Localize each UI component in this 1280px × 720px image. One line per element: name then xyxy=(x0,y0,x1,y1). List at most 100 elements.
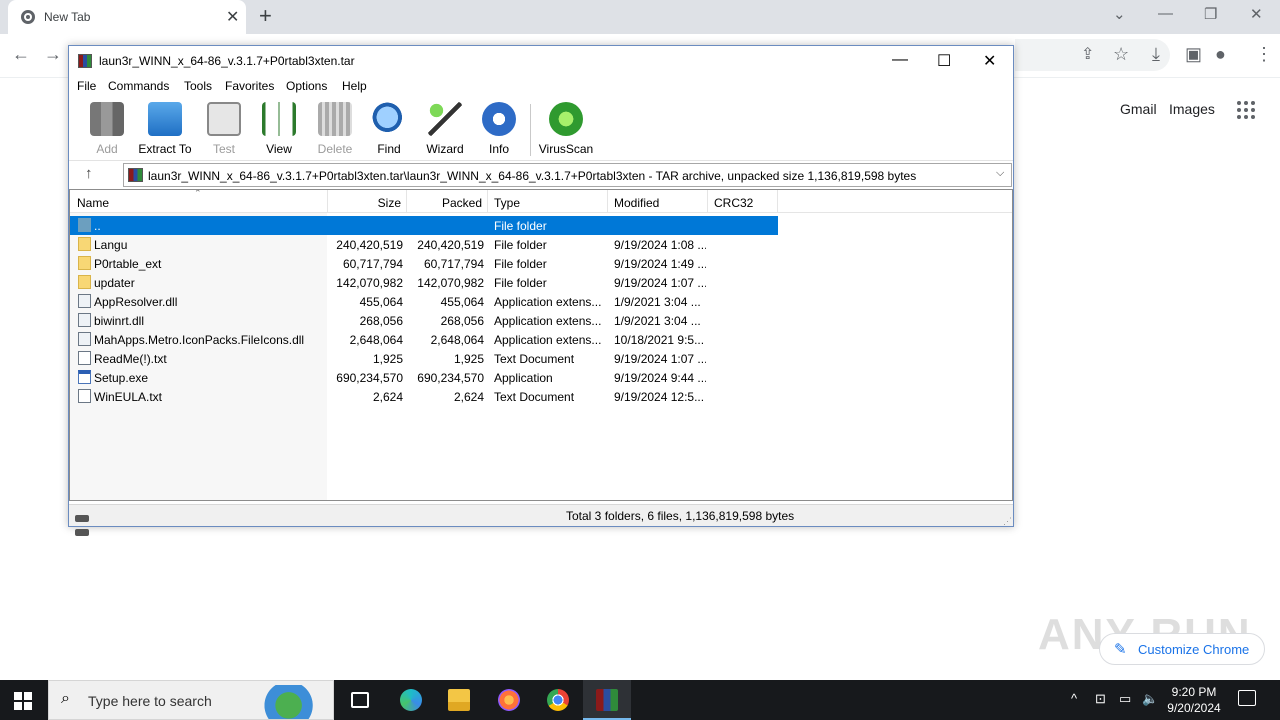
winrar-taskbar-button[interactable] xyxy=(583,680,631,720)
folder-icon xyxy=(448,689,470,711)
bookmark-star-icon[interactable]: ☆ xyxy=(1113,44,1129,65)
winrar-minimize-icon[interactable]: — xyxy=(892,51,908,69)
file-name: Setup.exe xyxy=(94,371,149,385)
file-row[interactable]: Setup.exe 690,234,570 690,234,570 Applicati… xyxy=(70,368,778,387)
folder-row[interactable]: .. File folder xyxy=(70,216,778,235)
file-row[interactable]: ReadMe(!).txt 1,925 1,925 Text Document 9/19… xyxy=(70,349,778,368)
file-row[interactable]: biwinrt.dll 268,056 268,056 Application ext… xyxy=(70,311,778,330)
tab-search-chevron-icon[interactable]: ⌄ xyxy=(1113,5,1126,23)
firefox-taskbar-button[interactable] xyxy=(485,680,533,720)
download-icon[interactable]: ⤓ xyxy=(1152,44,1160,65)
chrome-taskbar-button[interactable] xyxy=(534,680,582,720)
file-name: updater xyxy=(94,276,135,290)
wizard-button[interactable]: Wizard xyxy=(417,102,473,158)
chrome-menu-icon[interactable]: ⋮ xyxy=(1255,44,1273,65)
taskbar-search-box[interactable]: ⌕ Type here to search xyxy=(48,680,334,720)
magnifier-icon xyxy=(372,102,406,136)
menu-help[interactable]: Help xyxy=(342,79,367,93)
view-button[interactable]: View xyxy=(251,102,307,158)
file-row[interactable]: MahApps.Metro.IconPacks.FileIcons.dll 2,6… xyxy=(70,330,778,349)
winrar-toolbar: Add Extract To Test View Delete Find Wiz… xyxy=(69,98,1013,158)
resize-grip-icon[interactable]: ⋰ xyxy=(1003,516,1012,527)
file-type: Text Document xyxy=(494,390,575,404)
images-link[interactable]: Images xyxy=(1169,101,1215,117)
file-packed: 142,070,982 xyxy=(417,276,484,290)
winrar-close-icon[interactable]: ✕ xyxy=(983,51,996,71)
column-modified[interactable]: Modified xyxy=(608,190,708,213)
delete-button[interactable]: Delete xyxy=(307,102,363,158)
tab-title: New Tab xyxy=(44,10,91,24)
chevron-down-icon[interactable]: ⌵ xyxy=(996,167,1004,180)
file-type: Application extens... xyxy=(494,295,602,309)
file-name: AppResolver.dll xyxy=(94,295,178,309)
file-modified: 1/9/2021 3:04 ... xyxy=(614,314,701,328)
network-status-icon[interactable]: ⊡ xyxy=(1095,691,1106,707)
system-clock[interactable]: 9:20 PM 9/20/2024 xyxy=(1158,684,1230,716)
show-hidden-icons-chevron-icon[interactable]: ^ xyxy=(1071,691,1077,706)
file-packed: 60,717,794 xyxy=(423,257,484,271)
info-button[interactable]: Info xyxy=(471,102,527,158)
customize-chrome-button[interactable]: ✎ Customize Chrome xyxy=(1099,633,1265,665)
folder-row[interactable]: updater 142,070,982 142,070,982 File folder… xyxy=(70,273,778,292)
folder-row[interactable]: Langu 240,420,519 240,420,519 File folder 9/… xyxy=(70,235,778,254)
file-name: ReadMe(!).txt xyxy=(94,352,167,366)
dll-file-icon xyxy=(78,313,91,327)
wizard-label: Wizard xyxy=(426,142,464,156)
forward-arrow-icon[interactable]: → xyxy=(44,44,62,65)
chrome-icon xyxy=(547,689,569,711)
file-packed: 240,420,519 xyxy=(417,238,484,252)
trash-icon xyxy=(318,102,352,136)
volume-icon[interactable]: 🔈 xyxy=(1142,691,1158,707)
menu-favorites[interactable]: Favorites xyxy=(225,79,274,93)
file-explorer-taskbar-button[interactable] xyxy=(435,680,483,720)
windows-start-icon[interactable] xyxy=(14,692,32,710)
notification-center-icon[interactable] xyxy=(1238,690,1256,706)
file-row[interactable]: WinEULA.txt 2,624 2,624 Text Document 9/19/2… xyxy=(70,387,778,406)
add-button[interactable]: Add xyxy=(79,102,135,158)
new-tab-plus-icon[interactable]: + xyxy=(259,3,272,29)
edge-taskbar-button[interactable] xyxy=(387,680,435,720)
file-row[interactable]: AppResolver.dll 455,064 455,064 Application… xyxy=(70,292,778,311)
google-apps-icon[interactable] xyxy=(1237,101,1255,119)
file-name: .. xyxy=(94,219,101,233)
file-modified: 9/19/2024 9:44 ... xyxy=(614,371,706,385)
winrar-title-bar[interactable]: laun3r_WINN_x_64-86_v.3.1.7+P0rtabl3xten… xyxy=(69,46,1013,76)
path-bar: ↑ laun3r_WINN_x_64-86_v.3.1.7+P0rtabl3xt… xyxy=(69,160,1013,188)
menu-commands[interactable]: Commands xyxy=(108,79,169,93)
file-size: 690,234,570 xyxy=(336,371,403,385)
task-view-button[interactable] xyxy=(336,680,384,720)
clock-time: 9:20 PM xyxy=(1171,685,1217,699)
file-size: 2,648,064 xyxy=(349,333,403,347)
ethernet-icon[interactable]: ▭ xyxy=(1119,691,1131,707)
virusscan-button[interactable]: VirusScan xyxy=(538,102,594,158)
extract-to-label: Extract To xyxy=(138,142,192,156)
profile-avatar-icon[interactable]: ● xyxy=(1215,44,1226,65)
path-combobox[interactable]: laun3r_WINN_x_64-86_v.3.1.7+P0rtabl3xten… xyxy=(123,163,1012,187)
winrar-maximize-icon[interactable]: ☐ xyxy=(937,51,951,71)
find-button[interactable]: Find xyxy=(361,102,417,158)
file-modified: 9/19/2024 1:08 ... xyxy=(614,238,706,252)
column-size[interactable]: Size xyxy=(328,190,407,213)
folder-row[interactable]: P0rtable_ext 60,717,794 60,717,794 File fol… xyxy=(70,254,778,273)
column-type[interactable]: Type xyxy=(488,190,608,213)
back-arrow-icon[interactable]: ← xyxy=(12,44,30,65)
up-folder-icon[interactable]: ↑ xyxy=(85,165,93,182)
close-window-icon[interactable]: ✕ xyxy=(1250,5,1263,23)
menu-options[interactable]: Options xyxy=(286,79,327,93)
parent-folder-icon xyxy=(78,218,91,232)
tab-new-tab[interactable]: New Tab ✕ xyxy=(8,0,246,34)
column-crc32[interactable]: CRC32 xyxy=(708,190,778,213)
side-panel-icon[interactable]: ▣ xyxy=(1185,44,1202,65)
column-name[interactable]: Name ⌃ xyxy=(70,190,328,213)
gmail-link[interactable]: Gmail xyxy=(1120,101,1157,117)
extract-to-button[interactable]: Extract To xyxy=(137,102,193,158)
test-button[interactable]: Test xyxy=(196,102,252,158)
restore-icon[interactable]: ❐ xyxy=(1204,5,1217,23)
menu-tools[interactable]: Tools xyxy=(184,79,212,93)
share-icon[interactable]: ⇪ xyxy=(1081,44,1094,64)
column-packed[interactable]: Packed xyxy=(407,190,488,213)
minimize-icon[interactable]: — xyxy=(1158,5,1173,22)
tab-close-icon[interactable]: ✕ xyxy=(226,7,239,27)
menu-file[interactable]: File xyxy=(77,79,96,93)
file-type: Text Document xyxy=(494,352,575,366)
